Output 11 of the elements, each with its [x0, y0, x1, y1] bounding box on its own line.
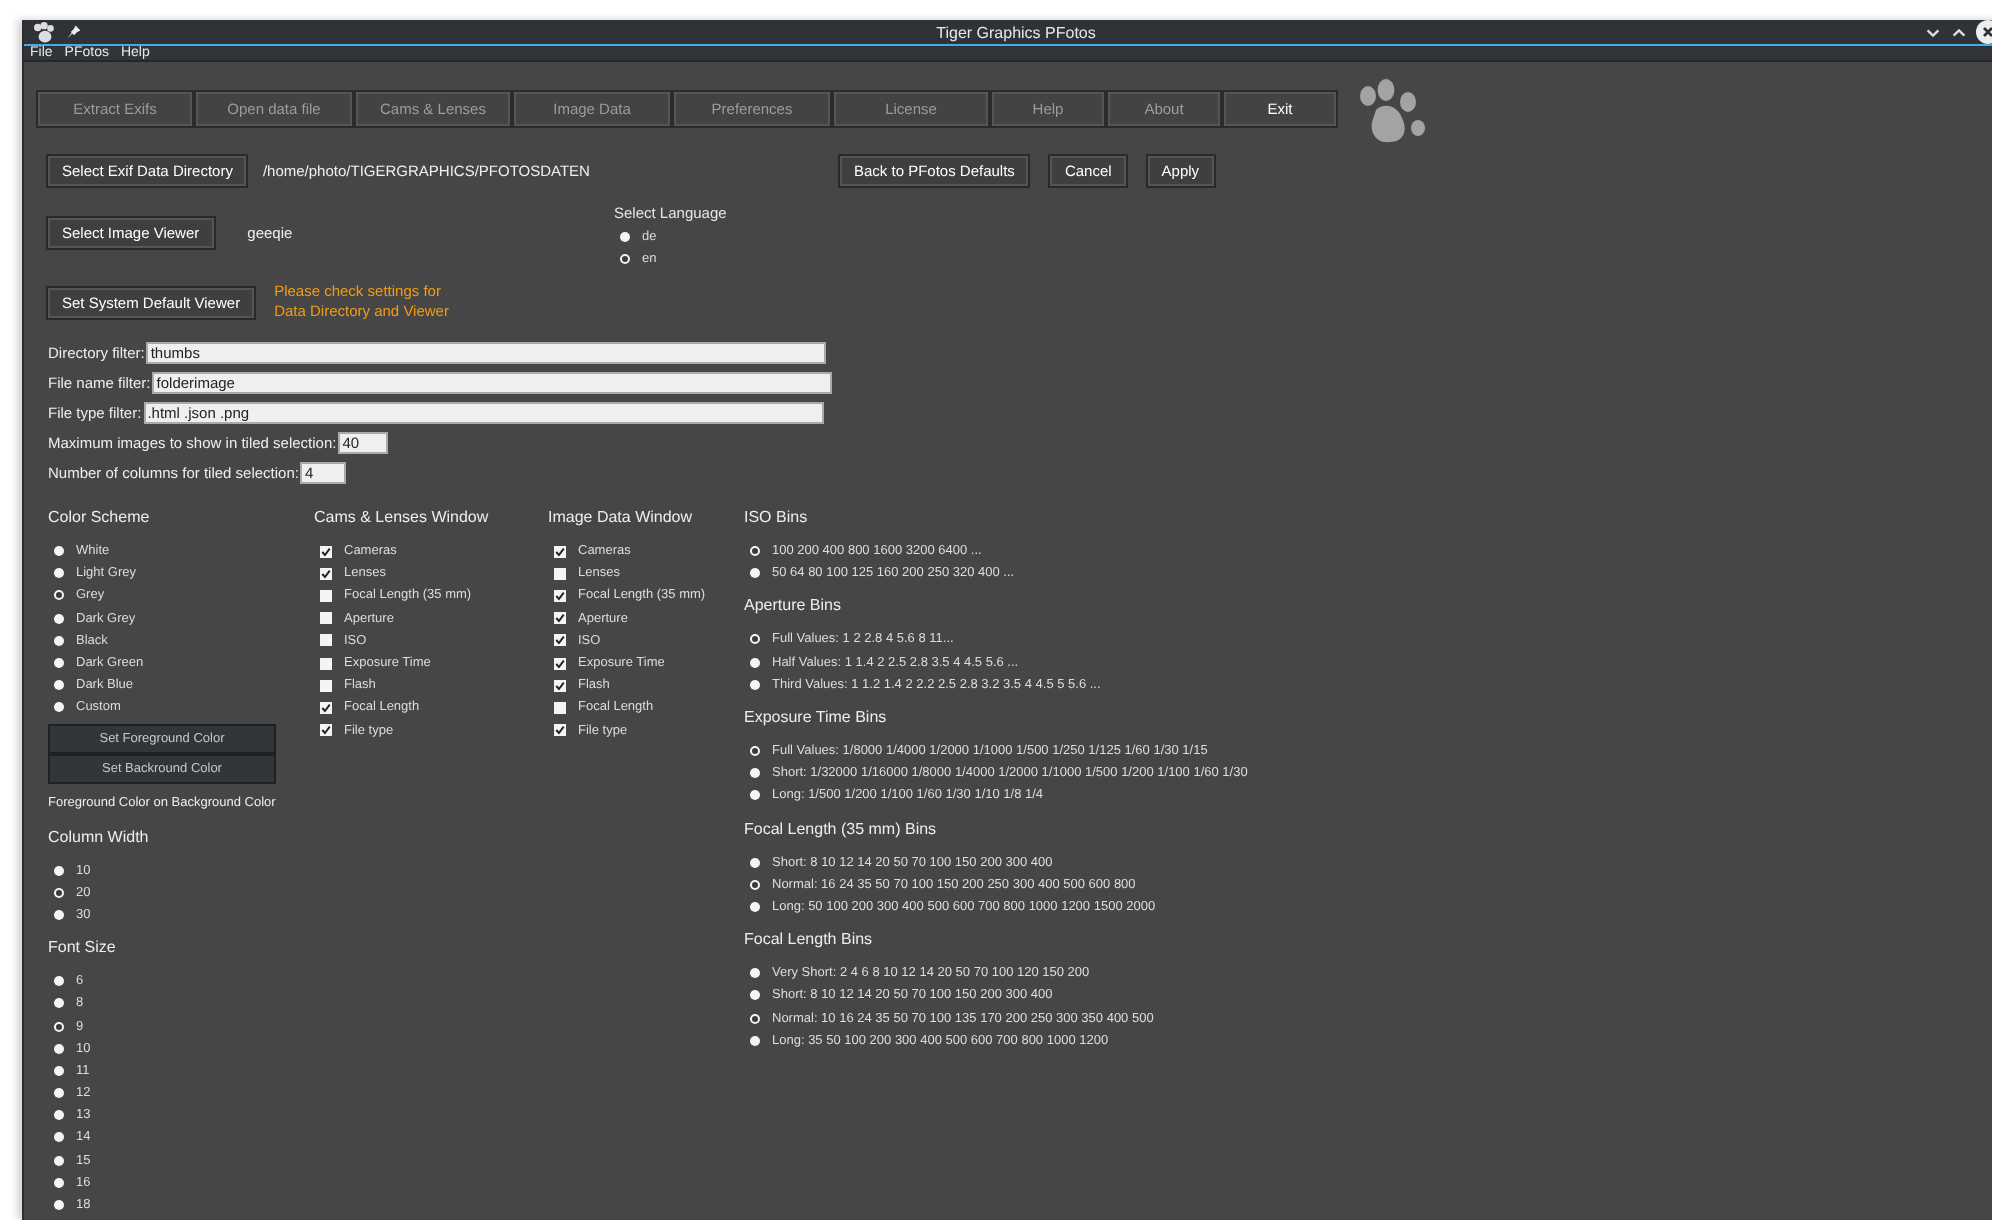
section-heading: Image Data Window	[548, 506, 695, 528]
section-heading: Exposure Time Bins	[744, 705, 889, 728]
section-heading: ISO Bins	[744, 506, 810, 528]
section-heading: Aperture Bins	[744, 594, 843, 617]
section-heading: Color Scheme	[48, 506, 152, 528]
section-heading: Cams & Lenses Window	[314, 506, 491, 528]
section-heading: Column Width	[48, 825, 151, 847]
section-heading: Focal Length Bins	[744, 928, 875, 951]
section-heading: Focal Length (35 mm) Bins	[744, 817, 939, 839]
section-heading: Font Size	[48, 936, 118, 959]
window-title: Tiger Graphics PFotos	[936, 23, 1096, 41]
